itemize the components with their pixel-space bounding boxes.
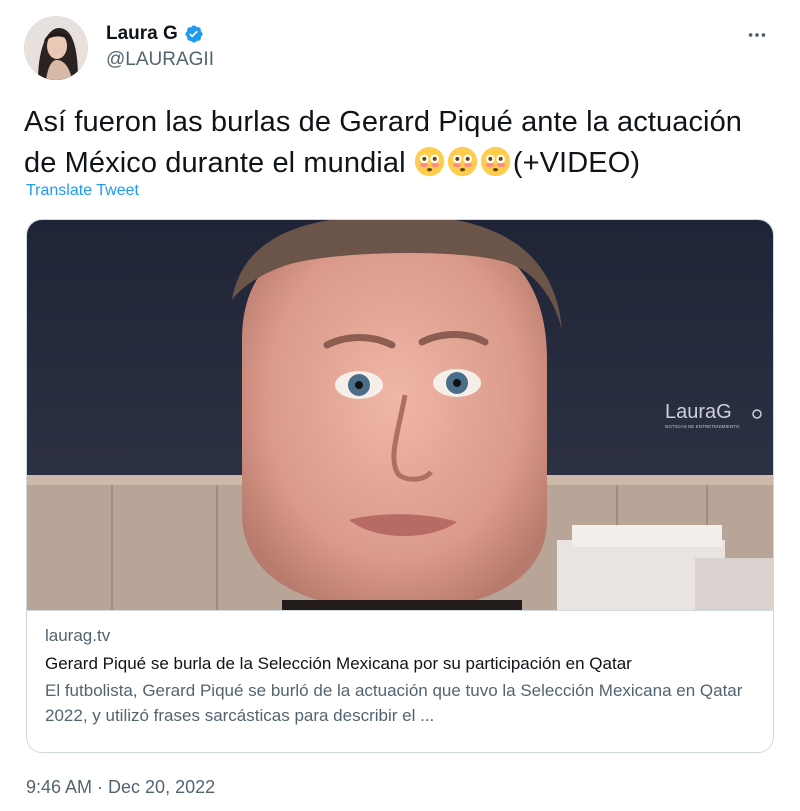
- display-name[interactable]: Laura G: [106, 23, 178, 45]
- verified-badge-icon: [184, 24, 204, 44]
- card-watermark: LauraG: [665, 401, 732, 423]
- tweet: Laura G @LAURAGII Así fueron las burlas …: [0, 0, 800, 811]
- link-preview-card[interactable]: LauraG NOTICIAS DE ENTRETENIMIENTO laura…: [26, 219, 774, 753]
- card-domain: laurag.tv: [45, 626, 111, 645]
- user-handle[interactable]: @LAURAGII: [106, 49, 214, 71]
- card-image[interactable]: LauraG NOTICIAS DE ENTRETENIMIENTO: [27, 220, 773, 610]
- author-names: Laura G @LAURAGII: [106, 22, 214, 71]
- more-options-button[interactable]: [740, 20, 774, 54]
- tweet-header: Laura G @LAURAGII: [24, 14, 776, 84]
- card-title: Gerard Piqué se burla de la Selección Me…: [45, 654, 632, 673]
- flushed-face-emoji-icon: [480, 146, 511, 177]
- name-row: Laura G: [106, 22, 214, 46]
- tweet-text: Así fueron las burlas de Gerard Piqué an…: [24, 102, 776, 184]
- flushed-face-emoji-icon: [447, 146, 478, 177]
- avatar[interactable]: [24, 16, 88, 80]
- card-photo: LauraG NOTICIAS DE ENTRETENIMIENTO: [27, 220, 773, 610]
- card-body[interactable]: laurag.tv Gerard Piqué se burla de la Se…: [27, 610, 773, 752]
- more-options-icon: [746, 24, 768, 51]
- avatar-image: [24, 16, 88, 80]
- translate-tweet-link[interactable]: Translate Tweet: [26, 182, 139, 200]
- flushed-face-emoji-icon: [414, 146, 445, 177]
- card-description: El futbolista, Gerard Piqué se burló de …: [45, 681, 743, 725]
- tweet-text-suffix: (+VIDEO): [512, 147, 641, 179]
- tweet-timestamp[interactable]: 9:46 AM · Dec 20, 2022: [26, 777, 215, 798]
- card-watermark-sub: NOTICIAS DE ENTRETENIMIENTO: [665, 424, 740, 429]
